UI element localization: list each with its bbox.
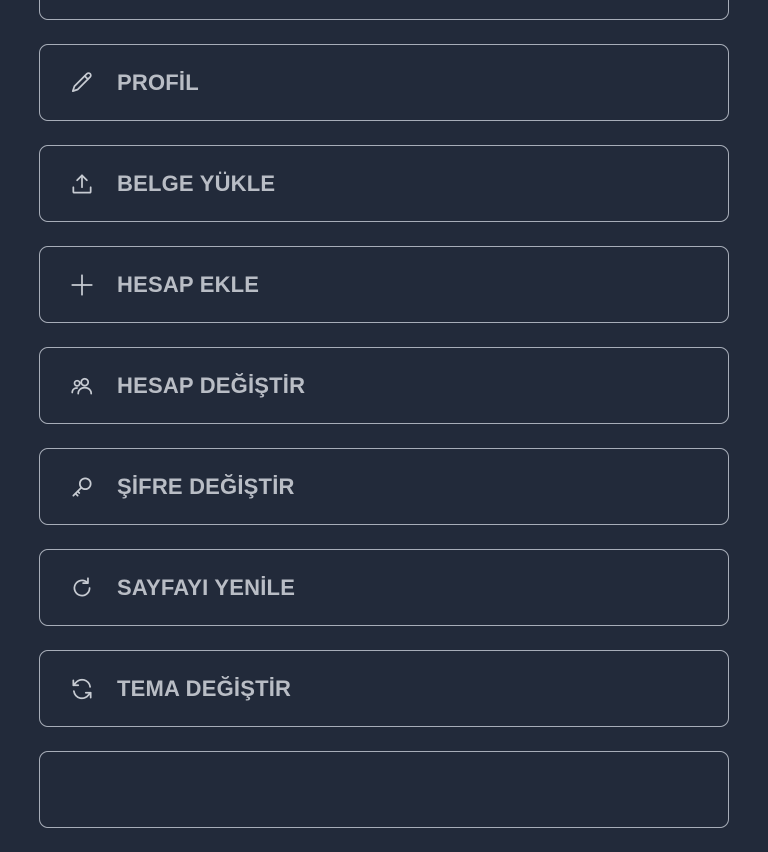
pencil-icon [68,69,96,97]
menu-item-label: SAYFAYI YENİLE [117,574,296,600]
menu-item-change-theme[interactable]: TEMA DEĞİŞTİR [39,650,729,727]
menu-item-label: BELGE YÜKLE [117,170,276,196]
upload-icon [68,170,96,198]
sync-icon [68,675,96,703]
menu-item-label: TEMA DEĞİŞTİR [117,675,292,701]
users-icon [68,372,96,400]
menu-item-add-account[interactable]: HESAP EKLE [39,246,729,323]
menu-item-change-password[interactable]: ŞİFRE DEĞİŞTİR [39,448,729,525]
menu-item-label: PROFİL [117,69,199,95]
menu-item-bottom-partial[interactable] [39,751,729,828]
menu-item-label: HESAP DEĞİŞTİR [117,372,306,398]
key-icon [68,473,96,501]
plus-icon [68,271,96,299]
menu-item-switch-account[interactable]: HESAP DEĞİŞTİR [39,347,729,424]
refresh-icon [68,574,96,602]
menu-item-label: ŞİFRE DEĞİŞTİR [117,473,295,499]
menu-item-label: HESAP EKLE [117,271,260,297]
menu-item-top-partial[interactable] [39,0,729,20]
menu-item-refresh-page[interactable]: SAYFAYI YENİLE [39,549,729,626]
menu-list: PROFİL BELGE YÜKLE HESAP EKLE HESAP DEĞİ… [39,0,729,852]
menu-item-upload-document[interactable]: BELGE YÜKLE [39,145,729,222]
menu-item-profile[interactable]: PROFİL [39,44,729,121]
